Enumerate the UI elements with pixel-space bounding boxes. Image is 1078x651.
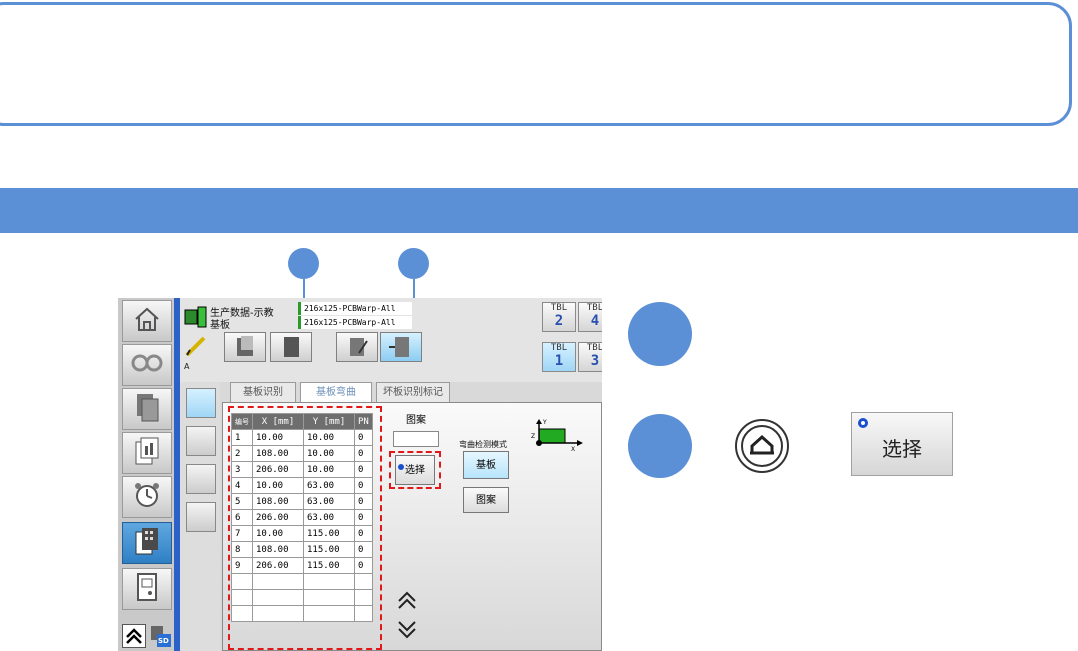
select-button-label: 选择	[882, 437, 922, 461]
teach-data-button[interactable]	[336, 332, 378, 362]
mode-board-button[interactable]: 基板	[463, 451, 509, 479]
step-marker-1	[628, 302, 692, 366]
tab-bad-mark[interactable]: 坏板识别标记	[376, 382, 450, 402]
collapse-up-button[interactable]	[122, 624, 146, 648]
table-1-button[interactable]: TBL 1	[542, 342, 576, 372]
sd-card-icon: SD	[148, 624, 172, 648]
callout-marker-2	[398, 248, 429, 279]
document-edit-icon	[225, 336, 265, 365]
axis-y-label: Y	[543, 419, 547, 426]
tool-label: TBL	[586, 343, 602, 353]
document-grid-icon	[133, 392, 161, 426]
chart-document-icon	[133, 436, 161, 470]
board-file-name: 216x125-PCBWarp-All	[298, 316, 412, 329]
document-pen-icon	[337, 338, 377, 365]
section-header-bar	[0, 188, 1078, 233]
callout-marker-1	[288, 248, 319, 279]
pen-icon	[184, 334, 210, 358]
tool-label: TBL	[586, 303, 602, 313]
side-nav-home[interactable]	[122, 300, 172, 342]
side-nav-statistics[interactable]	[122, 432, 172, 474]
tool-label: TBL	[550, 303, 568, 313]
edit-data-button[interactable]	[224, 332, 266, 362]
alarm-clock-icon	[132, 480, 162, 514]
axis-x-label: X	[571, 446, 576, 453]
tool-number: 4	[590, 313, 600, 329]
side-nav-machine[interactable]	[122, 568, 172, 610]
table-4-button[interactable]: TBL 4	[578, 302, 602, 332]
side-nav-maintenance[interactable]	[122, 476, 172, 518]
board-bend-data-button[interactable]	[380, 332, 422, 362]
side-nav-data[interactable]	[122, 388, 172, 430]
document-grid-icon	[133, 526, 161, 560]
pattern-field[interactable]	[393, 431, 439, 447]
side-nav-production[interactable]	[122, 344, 172, 386]
detect-mode-label: 弯曲检测模式	[459, 440, 507, 449]
tab-board-bend[interactable]: 基板弯曲	[300, 382, 372, 402]
scroll-down-button[interactable]	[395, 617, 419, 641]
machine-icon	[134, 571, 160, 607]
board-label: 基板	[210, 320, 230, 331]
tool-number: 3	[590, 353, 600, 369]
double-chevron-up-icon	[123, 628, 145, 651]
table-2-button[interactable]: TBL 2	[542, 302, 576, 332]
tab-board-recognition[interactable]: 基板识别	[230, 382, 296, 402]
offset-tool[interactable]	[186, 502, 216, 532]
mode-pattern-button[interactable]: 图案	[463, 487, 509, 513]
mode-letter: A	[184, 362, 190, 371]
home-icon	[132, 305, 162, 337]
production-status-icon	[184, 306, 208, 328]
home-key-icon	[734, 418, 790, 474]
fiducial-tool[interactable]	[186, 426, 216, 456]
machine-screen: SD 生产数据-示教 基板 216x125-PCBWarp-All 216x12…	[118, 298, 602, 651]
select-highlight	[389, 451, 441, 489]
scroll-up-button[interactable]	[395, 589, 419, 613]
step-marker-2	[628, 414, 692, 478]
document-icon	[271, 337, 311, 365]
table-highlight	[228, 406, 382, 650]
gears-icon	[130, 351, 164, 379]
screen-header: 生产数据-示教 基板 216x125-PCBWarp-All 216x125-P…	[180, 298, 602, 382]
double-chevron-up-icon	[395, 591, 419, 617]
production-file-name: 216x125-PCBWarp-All	[298, 302, 412, 315]
table-3-button[interactable]: TBL 3	[578, 342, 602, 372]
axis-diagram: Y X Z	[531, 419, 589, 459]
tool-number: 2	[554, 313, 564, 329]
tool-number: 1	[554, 353, 564, 369]
document-move-icon	[381, 337, 421, 365]
side-nav-teaching[interactable]	[122, 522, 172, 564]
settings-indicator-icon	[856, 415, 870, 434]
sd-label: SD	[158, 637, 169, 645]
panel-tool[interactable]	[186, 464, 216, 494]
axis-z-label: Z	[531, 433, 536, 440]
copy-data-button[interactable]	[270, 332, 312, 362]
pattern-column-label: 图案	[406, 415, 426, 426]
tool-label: TBL	[550, 343, 568, 353]
select-button-enlarged[interactable]: 选择	[851, 412, 953, 476]
instruction-frame	[0, 2, 1072, 126]
board-settings-tool[interactable]	[186, 388, 216, 418]
double-chevron-down-icon	[395, 621, 419, 645]
